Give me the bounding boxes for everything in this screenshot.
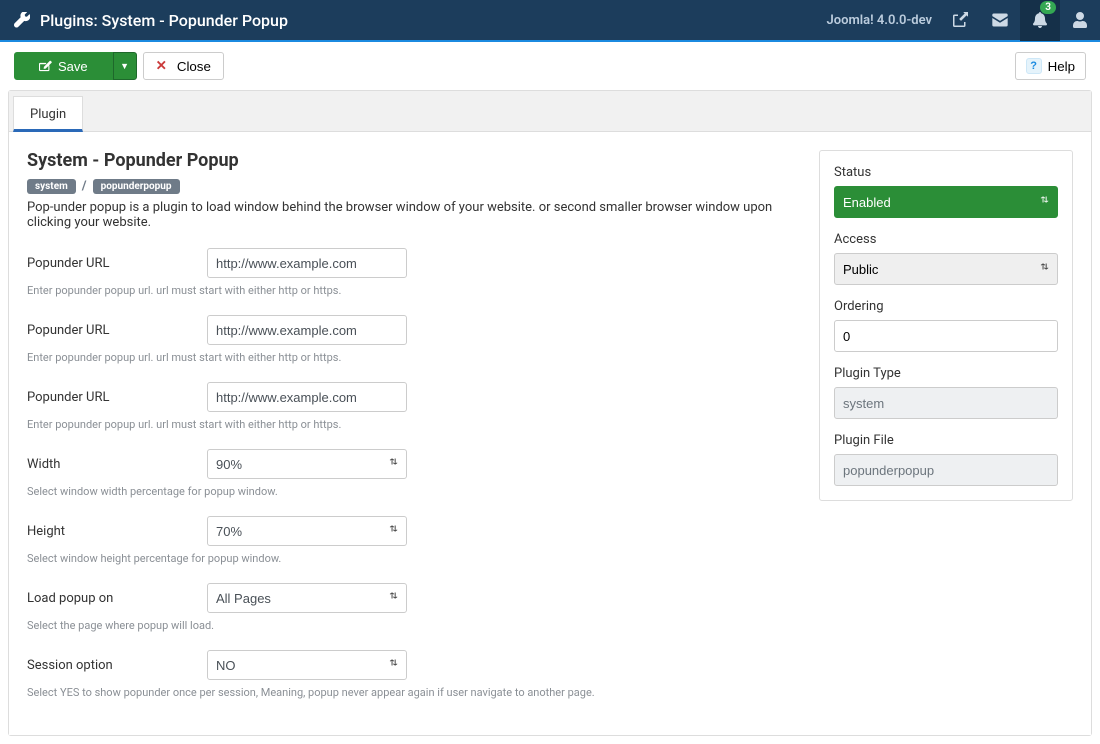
side-plugin-file-label: Plugin File	[834, 433, 1058, 448]
field-session-label: Session option	[27, 658, 207, 673]
page-title: Plugins: System - Popunder Popup	[40, 11, 827, 30]
envelope-icon	[992, 12, 1008, 28]
plugin-badges: system / popunderpopup	[27, 179, 799, 194]
field-width-hint: Select window width percentage for popup…	[27, 485, 799, 498]
field-url1: Popunder URL Enter popunder popup url. u…	[27, 248, 799, 311]
help-icon: ?	[1026, 58, 1042, 74]
help-button-label: Help	[1048, 59, 1075, 74]
field-height-label: Height	[27, 524, 207, 539]
main-column: System - Popunder Popup system / popunde…	[27, 150, 799, 717]
field-width-select[interactable]: 90%	[207, 449, 407, 479]
field-url2-input[interactable]	[207, 315, 407, 345]
bell-icon	[1032, 12, 1048, 28]
field-session: Session option NO Select YES to show pop…	[27, 650, 799, 713]
field-url1-label: Popunder URL	[27, 256, 207, 271]
close-icon: ✕	[156, 58, 167, 74]
caret-down-icon: ▼	[120, 61, 129, 71]
content-panel: Plugin System - Popunder Popup system / …	[8, 90, 1092, 736]
user-icon	[1072, 12, 1088, 28]
chip-system: system	[27, 179, 76, 194]
field-height-hint: Select window height percentage for popu…	[27, 552, 799, 565]
field-url1-input[interactable]	[207, 248, 407, 278]
plugin-heading: System - Popunder Popup	[27, 150, 799, 171]
field-url2-label: Popunder URL	[27, 323, 207, 338]
side-plugin-type-value	[834, 387, 1058, 419]
tab-plugin-label: Plugin	[30, 107, 66, 122]
brand-label: Joomla! 4.0.0-dev	[827, 13, 933, 28]
field-url3: Popunder URL Enter popunder popup url. u…	[27, 382, 799, 445]
chip-separator: /	[82, 179, 87, 194]
save-button[interactable]: Save	[14, 52, 113, 80]
side-ordering-label: Ordering	[834, 299, 1058, 314]
user-menu-button[interactable]	[1060, 0, 1100, 41]
messages-button[interactable]	[980, 0, 1020, 41]
side-ordering-input[interactable]	[834, 320, 1058, 352]
field-url3-hint: Enter popunder popup url. url must start…	[27, 418, 799, 431]
field-height: Height 70% Select window height percenta…	[27, 516, 799, 579]
side-plugin-type-label: Plugin Type	[834, 366, 1058, 381]
side-plugin-file-value	[834, 454, 1058, 486]
help-button[interactable]: ? Help	[1015, 52, 1086, 80]
side-access-select[interactable]: Public	[834, 253, 1058, 285]
save-button-label: Save	[58, 59, 88, 74]
field-session-hint: Select YES to show popunder once per ses…	[27, 686, 799, 699]
side-status: Status Enabled	[834, 165, 1058, 218]
tab-content: System - Popunder Popup system / popunde…	[9, 132, 1091, 735]
close-button-label: Close	[177, 59, 211, 74]
tab-plugin[interactable]: Plugin	[13, 96, 83, 132]
side-column: Status Enabled Access Public Ordering Pl…	[819, 150, 1073, 501]
field-url2: Popunder URL Enter popunder popup url. u…	[27, 315, 799, 378]
chip-file: popunderpopup	[93, 179, 180, 194]
tab-bar: Plugin	[9, 91, 1091, 132]
notifications-button[interactable]: 3	[1020, 0, 1060, 41]
share-button[interactable]	[940, 0, 980, 41]
plugin-description: Pop-under popup is a plugin to load wind…	[27, 200, 799, 230]
side-access-label: Access	[834, 232, 1058, 247]
side-access: Access Public	[834, 232, 1058, 285]
side-status-label: Status	[834, 165, 1058, 180]
wrench-icon	[14, 12, 30, 28]
field-width-label: Width	[27, 457, 207, 472]
toolbar: Save ▼ ✕ Close ? Help	[0, 42, 1100, 90]
field-url3-input[interactable]	[207, 382, 407, 412]
side-status-select[interactable]: Enabled	[834, 186, 1058, 218]
topbar: Plugins: System - Popunder Popup Joomla!…	[0, 0, 1100, 42]
close-button[interactable]: ✕ Close	[143, 52, 224, 80]
side-plugin-file: Plugin File	[834, 433, 1058, 486]
notifications-badge: 3	[1040, 1, 1056, 14]
field-loadon-hint: Select the page where popup will load.	[27, 619, 799, 632]
field-url1-hint: Enter popunder popup url. url must start…	[27, 284, 799, 297]
side-ordering: Ordering	[834, 299, 1058, 352]
field-loadon: Load popup on All Pages Select the page …	[27, 583, 799, 646]
field-loadon-select[interactable]: All Pages	[207, 583, 407, 613]
field-height-select[interactable]: 70%	[207, 516, 407, 546]
field-width: Width 90% Select window width percentage…	[27, 449, 799, 512]
field-url3-label: Popunder URL	[27, 390, 207, 405]
edit-icon	[39, 60, 52, 73]
field-url2-hint: Enter popunder popup url. url must start…	[27, 351, 799, 364]
field-session-select[interactable]: NO	[207, 650, 407, 680]
side-plugin-type: Plugin Type	[834, 366, 1058, 419]
save-dropdown-toggle[interactable]: ▼	[113, 52, 137, 80]
field-loadon-label: Load popup on	[27, 591, 207, 606]
external-link-icon	[952, 12, 968, 28]
